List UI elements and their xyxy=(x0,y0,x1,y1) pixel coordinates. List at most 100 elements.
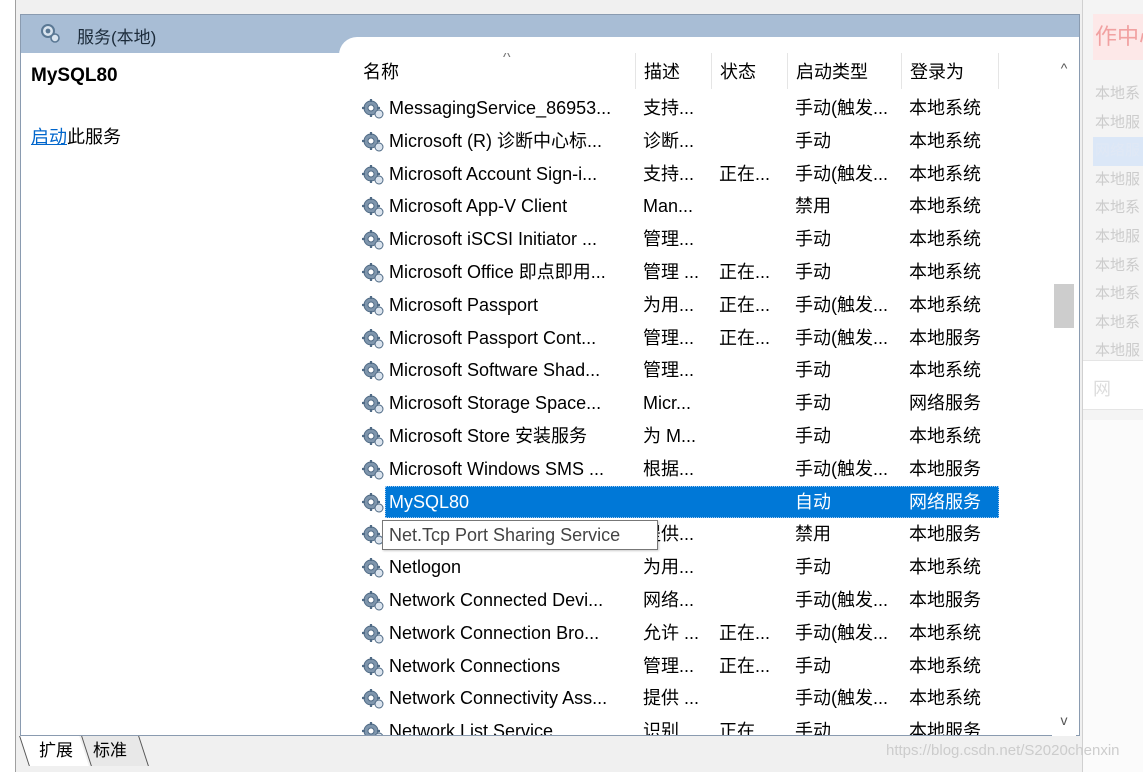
vertical-scrollbar[interactable]: ^ v xyxy=(1052,52,1076,736)
scroll-down-icon[interactable]: v xyxy=(1052,708,1076,732)
column-header-startup-type[interactable]: 启动类型 xyxy=(787,53,901,89)
service-logon-cell: 本地服务 xyxy=(909,524,981,545)
service-gear-icon xyxy=(361,426,385,448)
service-gear-icon xyxy=(361,229,385,251)
column-header-name[interactable]: 名称 ^ xyxy=(355,53,631,89)
service-name-cell: Microsoft App-V Client xyxy=(389,196,568,217)
service-startup-type-cell: 手动 xyxy=(795,557,831,578)
service-logon-cell: 本地系统 xyxy=(909,163,981,184)
column-header-name-label: 名称 xyxy=(363,62,399,82)
service-description-cell: 管理... xyxy=(643,229,695,250)
table-row[interactable]: Netlogon 为用... 手动 本地系统 xyxy=(339,551,1051,584)
service-gear-icon xyxy=(361,590,385,612)
service-gear-icon xyxy=(361,131,385,153)
table-row[interactable]: Microsoft Passport 为用... 正在... 手动(触发... 本地系统 xyxy=(339,289,1051,322)
background-list: 本地系 本地服 网络服 本地服 本地系 本地服 本地系 本地系 本地系 本地服 xyxy=(1093,80,1143,366)
service-logon-cell: 本地系统 xyxy=(909,688,981,709)
service-name-cell: Microsoft Passport xyxy=(389,294,539,315)
table-row[interactable]: Microsoft Storage Space... Micr... 手动 网络服务 xyxy=(339,387,1051,420)
table-row[interactable]: Microsoft Account Sign-i... 支持... 正在... 手动(… xyxy=(339,158,1051,191)
background-window: 作中心 本地系本地服网络服本地服本地系本地服本地系本地系本地系本地服 网 xyxy=(1082,0,1143,772)
table-row[interactable]: Microsoft App-V Client Man... 禁用 本地系统 xyxy=(339,190,1051,223)
column-header-description[interactable]: 描述 xyxy=(635,53,711,89)
table-row[interactable]: MySQL80 自动 网络服务 xyxy=(339,485,1051,519)
table-row[interactable]: Network Connections 管理... 正在... 手动 本地系统 xyxy=(339,650,1051,683)
service-description-cell: 为用... xyxy=(643,557,695,578)
service-startup-type-cell: 手动 xyxy=(795,425,831,446)
table-row[interactable]: Network List Service 识别... 正在... 手动 本地服务 xyxy=(339,715,1051,735)
service-name-cell: Microsoft Storage Space... xyxy=(389,393,602,414)
service-name-cell: MessagingService_86953... xyxy=(389,98,612,118)
background-list-item: 本地系 xyxy=(1095,313,1141,331)
column-header-status[interactable]: 状态 xyxy=(711,53,787,89)
service-logon-cell: 网络服务 xyxy=(909,491,981,512)
service-gear-icon xyxy=(361,360,385,382)
service-startup-type-cell: 手动(触发... xyxy=(795,688,888,709)
background-list-item: 本地系 xyxy=(1095,85,1141,102)
service-name-cell: MySQL80 xyxy=(389,491,470,512)
watermark: https://blog.csdn.net/S2020chenxin xyxy=(886,742,1120,759)
background-banner: 作中心 xyxy=(1093,14,1143,60)
service-logon-cell: 本地系统 xyxy=(909,196,981,217)
background-list-item: 本地服 xyxy=(1095,113,1141,131)
table-row[interactable]: Microsoft iSCSI Initiator ... 管理... 手动 本地系统 xyxy=(339,223,1051,256)
service-description-cell: Micr... xyxy=(643,393,691,414)
service-logon-cell: 本地服务 xyxy=(909,589,981,610)
service-description-cell: 根据... xyxy=(643,458,695,479)
service-startup-type-cell: 自动 xyxy=(795,491,831,512)
service-name-cell: Netlogon xyxy=(389,557,462,578)
tab-standard-label: 标准 xyxy=(93,741,127,760)
service-name-cell: Microsoft Windows SMS ... xyxy=(389,458,605,479)
services-rows: MessagingService_86953... 支持... 手动(触发... 本地… xyxy=(339,92,1051,735)
column-header-logon-as[interactable]: 登录为 xyxy=(901,53,999,89)
service-startup-type-cell: 手动 xyxy=(795,721,831,735)
service-logon-cell: 本地系统 xyxy=(909,425,981,446)
service-logon-cell: 本地系统 xyxy=(909,360,981,381)
table-row[interactable]: Microsoft Passport Cont... 管理... 正在... 手动(触… xyxy=(339,322,1051,355)
service-name-cell: Microsoft Account Sign-i... xyxy=(389,163,598,184)
table-row[interactable]: Microsoft Store 安装服务 为 M... 手动 本地系统 xyxy=(339,420,1051,453)
start-service-suffix: 此服务 xyxy=(67,127,121,147)
service-description-cell: 管理 ... xyxy=(643,261,700,282)
service-status-cell: 正在... xyxy=(719,163,771,184)
service-startup-type-cell: 手动 xyxy=(795,393,831,414)
service-name-cell: Microsoft Store 安装服务 xyxy=(389,425,588,446)
services-panel: 服务(本地) MySQL80 启动此服务 名称 ^ 描述 状态 启动类型 登录为… xyxy=(20,14,1080,736)
start-service-line: 启动此服务 xyxy=(31,123,121,149)
service-status-cell: 正在... xyxy=(719,261,771,282)
table-row[interactable]: MessagingService_86953... 支持... 手动(触发... 本地… xyxy=(339,92,1051,125)
start-service-link[interactable]: 启动 xyxy=(31,127,67,147)
service-description-cell: 诊断... xyxy=(643,130,695,151)
table-row[interactable]: Microsoft (R) 诊断中心标... 诊断... 手动 本地系统 xyxy=(339,125,1051,158)
service-gear-icon xyxy=(361,328,385,350)
service-logon-cell: 本地服务 xyxy=(909,327,981,348)
tab-standard[interactable]: 标准 xyxy=(81,736,149,766)
scroll-thumb[interactable] xyxy=(1054,284,1074,328)
service-status-cell: 正在... xyxy=(719,327,771,348)
service-logon-cell: 本地系统 xyxy=(909,294,981,315)
service-startup-type-cell: 手动(触发... xyxy=(795,163,888,184)
scroll-up-icon[interactable]: ^ xyxy=(1052,56,1076,80)
service-startup-type-cell: 手动(触发... xyxy=(795,327,888,348)
table-row[interactable]: Microsoft Software Shad... 管理... 手动 本地系统 xyxy=(339,354,1051,387)
service-status-cell: 正在... xyxy=(719,622,771,643)
table-row[interactable]: Network Connected Devi... 网络... 手动(触发... 本地… xyxy=(339,584,1051,617)
service-logon-cell: 本地系统 xyxy=(909,229,981,250)
tab-extended[interactable]: 扩展 xyxy=(19,736,89,766)
services-list: 名称 ^ 描述 状态 启动类型 登录为 MessagingService_869… xyxy=(339,53,1079,735)
table-row[interactable]: Microsoft Office 即点即用... 管理 ... 正在... 手动 本地系… xyxy=(339,256,1051,289)
service-logon-cell: 网络服务 xyxy=(909,393,981,414)
table-row[interactable]: Network Connection Bro... 允许 ... 正在... 手动(触… xyxy=(339,617,1051,650)
selected-service-name: MySQL80 xyxy=(31,65,118,86)
tab-extended-label: 扩展 xyxy=(39,741,73,760)
service-startup-type-cell: 手动 xyxy=(795,130,831,151)
background-panel: 网 xyxy=(1083,360,1143,410)
service-startup-type-cell: 手动 xyxy=(795,655,831,676)
service-name-cell: Microsoft Software Shad... xyxy=(389,360,601,381)
background-list-item: 网络服 xyxy=(1093,137,1143,166)
service-startup-type-cell: 手动(触发... xyxy=(795,458,888,479)
table-row[interactable]: Network Connectivity Ass... 提供 ... 手动(触发..… xyxy=(339,682,1051,715)
service-gear-icon xyxy=(361,721,385,735)
service-status-cell: 正在... xyxy=(719,721,771,735)
table-row[interactable]: Microsoft Windows SMS ... 根据... 手动(触发... 本地… xyxy=(339,453,1051,486)
